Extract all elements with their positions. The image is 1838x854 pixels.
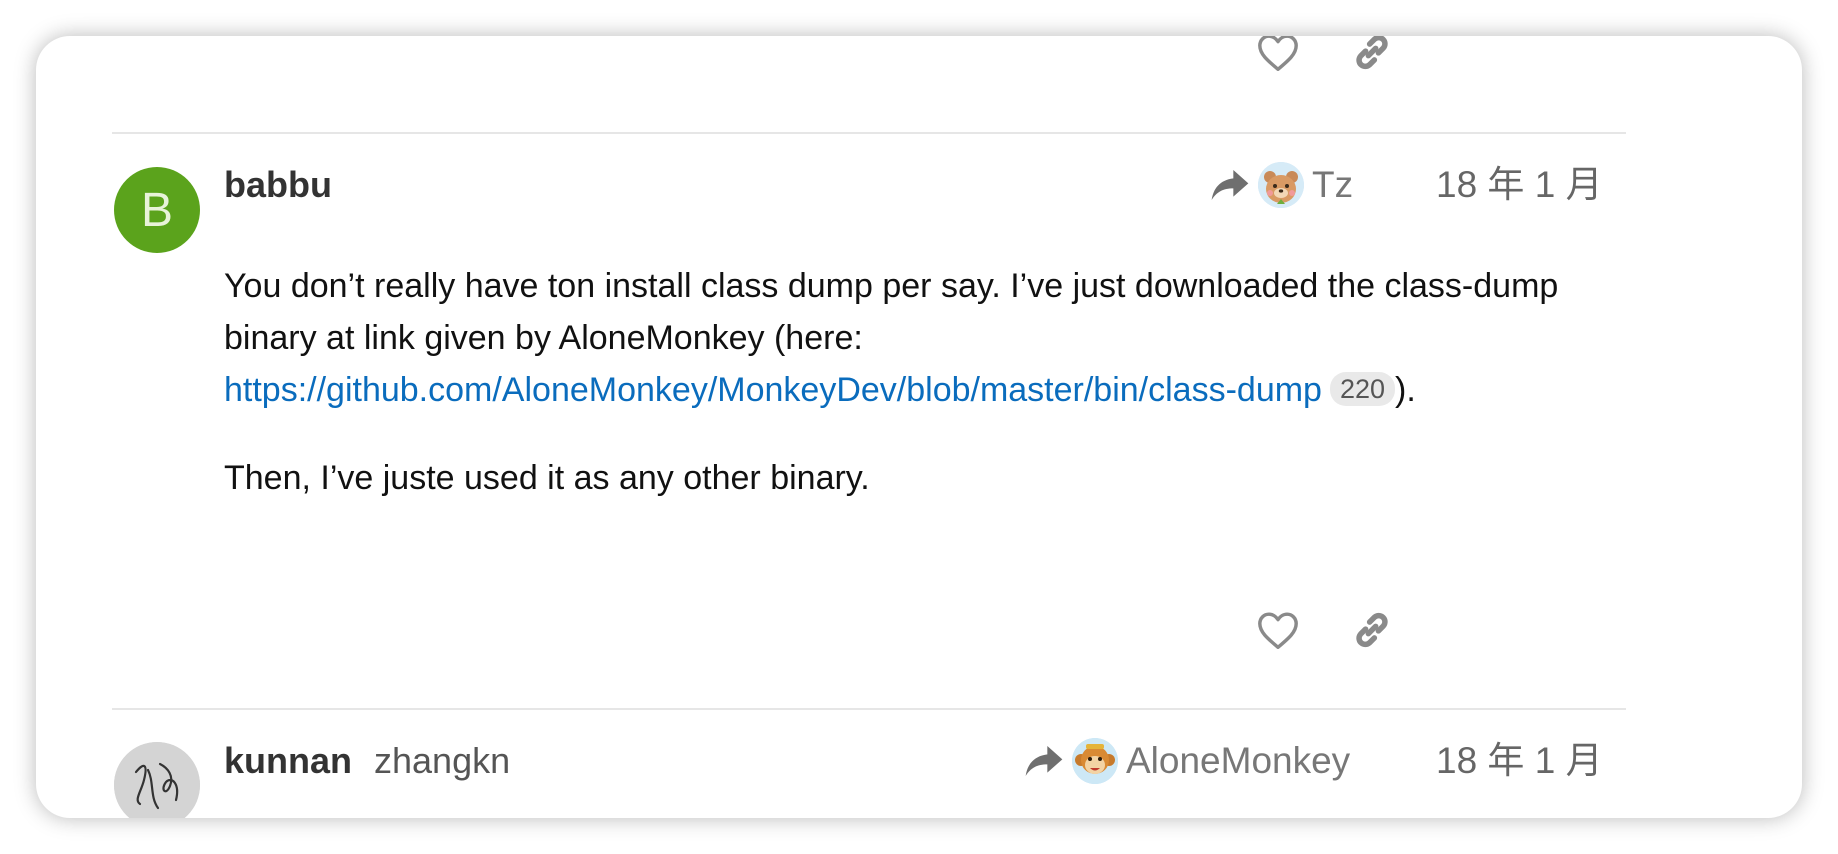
post-divider bbox=[112, 132, 1626, 134]
post-divider bbox=[112, 708, 1626, 710]
copy-link-button[interactable] bbox=[1344, 602, 1400, 658]
paragraph-text: You don’t really have ton install class … bbox=[224, 267, 1559, 357]
link-click-count: 220 bbox=[1329, 372, 1396, 406]
post-paragraph: You don’t really have ton install class … bbox=[224, 260, 1644, 416]
reply-to-username: AloneMonkey bbox=[1126, 740, 1351, 781]
paragraph-end: ). bbox=[1395, 371, 1416, 409]
reply-avatar bbox=[1258, 162, 1304, 208]
reply-arrow-icon bbox=[1025, 746, 1063, 776]
like-button[interactable] bbox=[1250, 602, 1306, 658]
bear-avatar-icon bbox=[1258, 162, 1304, 208]
topic-post-stream: B babbu Tz 18 年 1 月 You don’t really hav… bbox=[36, 36, 1802, 818]
monkey-avatar-icon bbox=[1072, 738, 1118, 784]
avatar[interactable]: B bbox=[114, 167, 200, 253]
reply-to-tab[interactable]: AloneMonkey bbox=[1024, 736, 1350, 786]
full-name[interactable]: zhangkn bbox=[374, 743, 510, 779]
github-link[interactable]: https://github.com/AloneMonkey/MonkeyDev… bbox=[224, 371, 1322, 409]
reply-avatar bbox=[1072, 738, 1118, 784]
reply-arrow-icon bbox=[1211, 170, 1249, 200]
post-date[interactable]: 18 年 1 月 bbox=[1436, 742, 1603, 779]
link-icon bbox=[1356, 612, 1388, 648]
link-icon bbox=[1356, 36, 1388, 70]
post-body: You don’t really have ton install class … bbox=[224, 260, 1644, 540]
username[interactable]: kunnan bbox=[224, 743, 352, 779]
like-button-top[interactable] bbox=[1250, 36, 1306, 80]
post-paragraph: Then, I’ve juste used it as any other bi… bbox=[224, 459, 870, 497]
copy-link-button-top[interactable] bbox=[1344, 36, 1400, 80]
heart-outline-icon bbox=[1258, 612, 1298, 649]
post-date[interactable]: 18 年 1 月 bbox=[1436, 166, 1603, 203]
signature-avatar-icon bbox=[114, 742, 200, 818]
reply-to-username: Tz bbox=[1312, 164, 1354, 205]
avatar-letter: B bbox=[140, 183, 173, 237]
heart-outline-icon bbox=[1258, 36, 1298, 71]
avatar[interactable] bbox=[114, 742, 200, 818]
reply-to-tab[interactable]: Tz bbox=[1210, 160, 1353, 210]
username[interactable]: babbu bbox=[224, 167, 332, 203]
